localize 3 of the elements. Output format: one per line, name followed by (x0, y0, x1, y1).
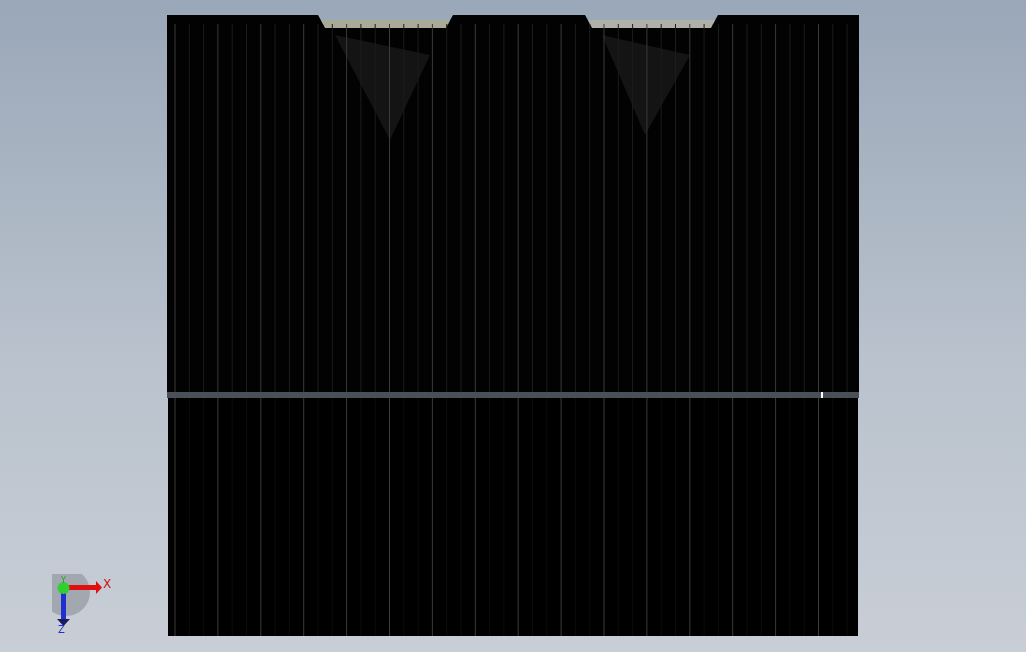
z-axis-label: Z (58, 624, 65, 635)
x-axis-label: X (103, 577, 112, 591)
y-axis-label: Y (61, 576, 66, 585)
